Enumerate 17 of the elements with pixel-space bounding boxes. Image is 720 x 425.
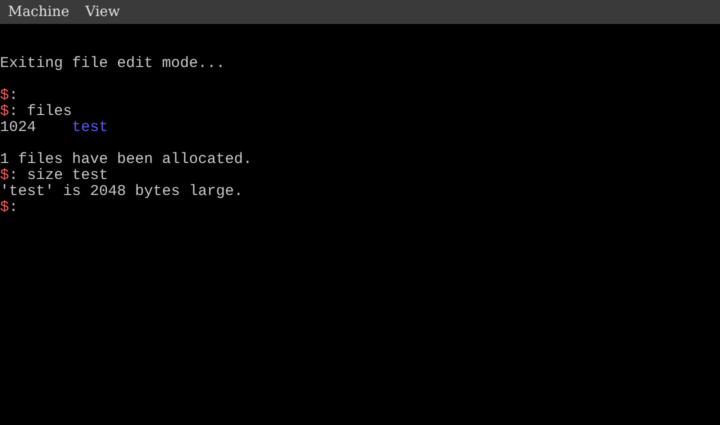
file-name: test [72,120,108,136]
menu-item[interactable]: Machine [8,2,70,22]
output-line: Exiting file edit mode... [0,56,226,72]
prompt-symbol: $ [0,88,10,104]
prompt-symbol: $ [0,104,10,120]
prompt-separator: : [9,168,18,184]
prompt-symbol: $ [0,168,10,184]
command-text: size test [27,168,108,184]
output-line: 1 files have been allocated. [0,152,254,168]
prompt-separator: : [9,88,18,104]
output-line: 'test' is 2048 bytes large. [0,184,244,200]
prompt-separator: : [9,104,18,120]
file-size: 1024 [0,120,38,136]
prompt-separator: : [9,200,18,216]
prompt-symbol: $ [0,200,10,216]
menu-item[interactable]: View [85,2,120,22]
command-text: files [27,104,72,120]
